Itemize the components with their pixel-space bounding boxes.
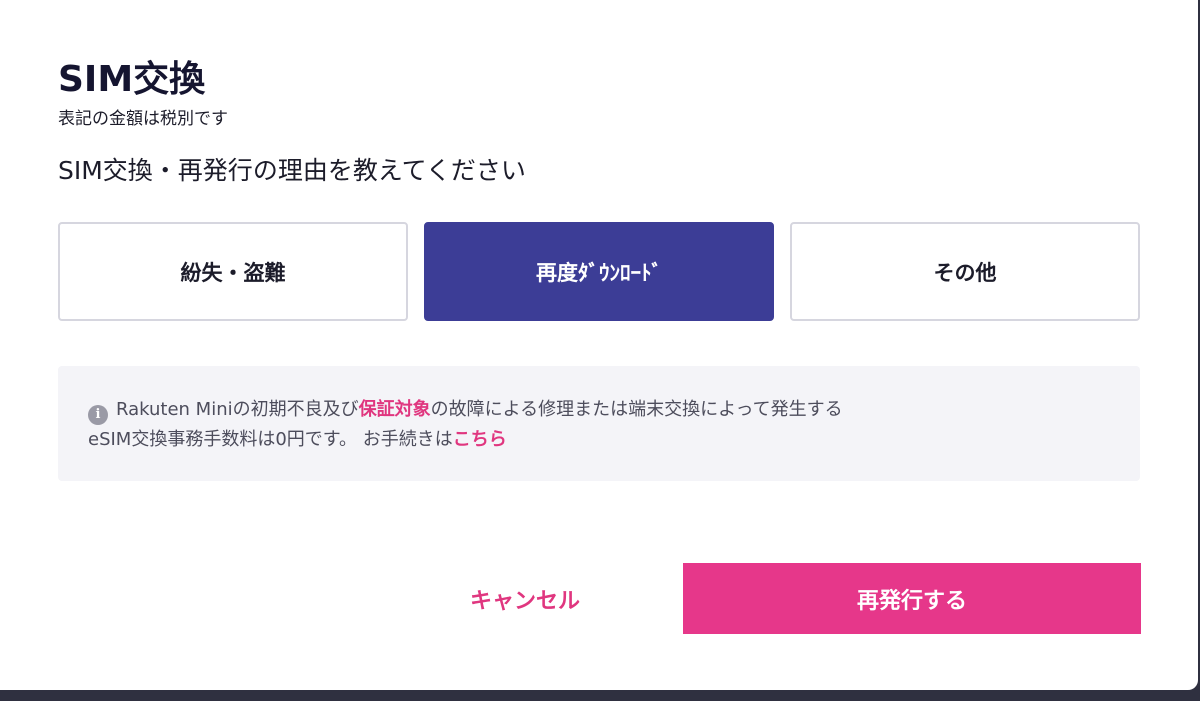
option-label: 再度ﾀﾞｳﾝﾛｰﾄﾞ (536, 260, 662, 285)
tax-note: 表記の金額は税別です (58, 109, 228, 129)
reason-question: SIM交換・再発行の理由を教えてください (58, 156, 526, 185)
option-label: 紛失・盗難 (180, 260, 286, 285)
info-text-1: Rakuten Miniの初期不良及び (116, 399, 359, 420)
info-notice: i Rakuten Miniの初期不良及び保証対象の故障による修理または端末交換に… (58, 366, 1140, 481)
option-lost-stolen[interactable]: 紛失・盗難 (58, 222, 408, 321)
modal-title: SIM交換 (58, 59, 206, 100)
option-label: その他 (933, 260, 997, 285)
info-text-3: eSIM交換事務手数料は0円です。 お手続きは (88, 428, 453, 450)
sim-exchange-modal: SIM交換 表記の金額は税別です SIM交換・再発行の理由を教えてください 紛失… (0, 0, 1198, 690)
cancel-button[interactable]: キャンセル (440, 563, 610, 634)
option-other[interactable]: その他 (790, 222, 1140, 321)
info-icon: i (88, 404, 108, 425)
info-text-2: の故障による修理または端末交換によって発生する (430, 399, 843, 420)
warranty-link[interactable]: 保証対象 (359, 399, 431, 420)
reissue-button[interactable]: 再発行する (683, 563, 1141, 634)
option-redownload[interactable]: 再度ﾀﾞｳﾝﾛｰﾄﾞ (424, 222, 774, 321)
procedure-link[interactable]: こちら (453, 429, 507, 450)
